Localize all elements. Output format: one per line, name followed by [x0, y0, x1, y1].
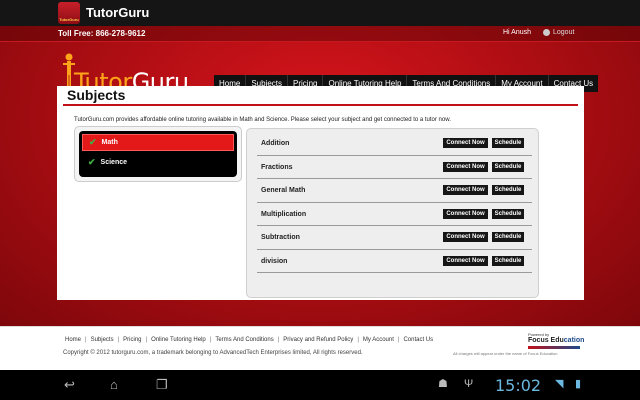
power-icon — [543, 29, 550, 36]
footer-link-home[interactable]: Home — [63, 337, 83, 343]
connect-now-button[interactable]: Connect Now — [443, 161, 488, 172]
subject-science[interactable]: ✔ Science — [82, 154, 234, 171]
usb-icon: Ψ — [464, 378, 474, 390]
footer-link-my-account[interactable]: My Account — [361, 337, 396, 343]
topic-name: General Math — [261, 187, 306, 194]
schedule-button[interactable]: Schedule — [492, 138, 524, 148]
app-title: TutorGuru — [86, 5, 150, 20]
subject-math[interactable]: ✔ Math — [82, 134, 234, 151]
system-clock: 15:02 — [495, 376, 542, 395]
footer-link-privacy[interactable]: Privacy and Refund Policy — [281, 337, 355, 343]
subject-label: Science — [100, 159, 128, 166]
home-icon[interactable]: ⌂ — [110, 378, 118, 391]
checkmark-icon: ✔ — [89, 137, 97, 147]
subject-list: ✔ Math ✔ Science — [79, 131, 237, 177]
subject-selector: ✔ Math ✔ Science — [74, 126, 242, 182]
topic-row: General Math Connect Now Schedule — [257, 179, 532, 203]
app-icon-label: TutorGuru — [59, 17, 79, 22]
schedule-button[interactable]: Schedule — [492, 185, 524, 195]
content-panel: Subjects TutorGuru.com provides affordab… — [57, 86, 584, 300]
footer-link-online-tutoring-help[interactable]: Online Tutoring Help — [149, 337, 208, 343]
intro-text: TutorGuru.com provides affordable online… — [74, 117, 451, 123]
footer-link-terms[interactable]: Terms And Conditions — [213, 337, 275, 343]
back-icon[interactable]: ↩ — [64, 378, 75, 391]
wifi-icon: ◥ — [555, 378, 564, 390]
topic-name: Multiplication — [261, 210, 307, 218]
recent-apps-icon[interactable]: ❐ — [156, 378, 168, 391]
connect-now-button[interactable]: Connect Now — [443, 255, 488, 266]
checkmark-icon: ✔ — [88, 157, 96, 167]
copyright-text: Copyright © 2012 tutorguru.com, a tradem… — [63, 350, 363, 356]
logout-link[interactable]: Logout — [543, 29, 574, 36]
subject-label: Math — [101, 139, 118, 146]
topic-name: Fractions — [261, 163, 293, 171]
logout-label: Logout — [553, 29, 575, 36]
footer-link-subjects[interactable]: Subjects — [89, 337, 116, 343]
focus-logo-bar — [528, 346, 580, 349]
toll-free-number: Toll Free: 866-278-9612 — [58, 29, 146, 38]
focus-logo-text-a: Focus Edu — [528, 337, 564, 344]
schedule-button[interactable]: Schedule — [492, 255, 524, 266]
topic-row: Addition Connect Now Schedule — [257, 132, 532, 156]
footer-link-contact-us[interactable]: Contact Us — [401, 337, 435, 343]
android-debug-icon: ☗ — [438, 378, 448, 390]
topic-row: division Connect Now Schedule — [257, 250, 532, 273]
topic-row: Multiplication Connect Now Schedule — [257, 203, 532, 226]
topic-list: Addition Connect Now Schedule Fractions … — [246, 128, 539, 298]
schedule-button[interactable]: Schedule — [492, 161, 524, 172]
schedule-button[interactable]: Schedule — [492, 232, 524, 242]
battery-icon: ▮ — [575, 378, 582, 390]
topic-row: Subtraction Connect Now Schedule — [257, 226, 532, 250]
title-divider — [63, 104, 578, 106]
app-logo-icon[interactable]: TutorGuru — [58, 2, 80, 24]
system-nav-bar: ↩ ⌂ ❐ ☗ Ψ 15:02 ◥ ▮ — [0, 370, 640, 400]
topic-row: Fractions Connect Now Schedule — [257, 156, 532, 179]
footer-links: Home | Subjects | Pricing | Online Tutoring… — [63, 337, 435, 343]
page-title: Subjects — [67, 87, 126, 103]
topic-name: Addition — [261, 140, 290, 147]
billing-disclaimer: All charges will appear under the name o… — [453, 351, 558, 356]
topic-name: division — [261, 257, 288, 265]
user-greeting: Hi Anush — [503, 29, 532, 36]
schedule-button[interactable]: Schedule — [492, 208, 524, 219]
focus-logo-text-b: cation — [563, 337, 585, 344]
top-info-bar: Toll Free: 866-278-9612 Hi Anush Logout — [0, 26, 640, 42]
connect-now-button[interactable]: Connect Now — [443, 138, 488, 148]
footer-link-pricing[interactable]: Pricing — [121, 337, 143, 343]
site-footer: Home | Subjects | Pricing | Online Tutoring… — [0, 326, 640, 370]
app-action-bar: TutorGuru TutorGuru — [0, 0, 640, 26]
connect-now-button[interactable]: Connect Now — [443, 232, 488, 242]
connect-now-button[interactable]: Connect Now — [443, 185, 488, 195]
topic-name: Subtraction — [261, 234, 300, 241]
connect-now-button[interactable]: Connect Now — [443, 208, 488, 219]
focus-education-logo[interactable]: Focus Education — [528, 337, 584, 344]
